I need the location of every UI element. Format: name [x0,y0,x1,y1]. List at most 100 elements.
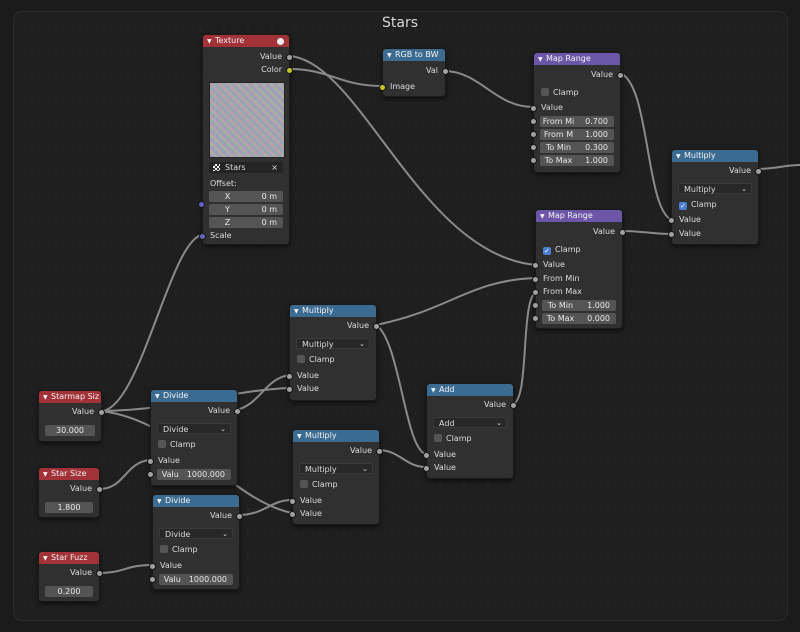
input-socket[interactable] [530,157,537,164]
offset-x-field[interactable]: X 0 m [209,191,283,202]
output-socket[interactable] [619,229,626,236]
node-rgb-to-bw[interactable]: ▼ RGB to BW Val Image [379,48,449,97]
value-field[interactable]: 1.800 [45,502,93,513]
operation-dropdown[interactable]: Divide ⌄ [159,528,233,539]
node-map-range-bottom[interactable]: ▼ Map Range Value ✓ Clamp Value From Min F… [532,209,626,329]
node-header[interactable]: ▼ Map Range [536,210,622,222]
to-max-field[interactable]: To Max 1.000 [530,155,614,166]
from-max-field[interactable]: From M 1.000 [530,129,614,140]
node-multiply-right[interactable]: ▼ Multiply Value Multiply ⌄ ✓ Clamp Value V… [668,149,762,245]
collapse-arrow-icon[interactable]: ▼ [431,385,439,396]
input-socket[interactable] [198,201,205,208]
node-header[interactable]: ▼ Texture [203,35,289,47]
collapse-arrow-icon[interactable]: ▼ [43,469,51,480]
clamp-checkbox[interactable]: Clamp [293,479,379,491]
input-socket[interactable] [532,315,539,322]
node-divide-top[interactable]: ▼ Divide Value Divide ⌄ Clamp Value Valu 10… [147,389,241,486]
offset-y-field[interactable]: Y 0 m [209,204,283,215]
input-socket[interactable] [530,105,537,112]
output-socket[interactable] [373,323,380,330]
collapse-arrow-icon[interactable]: ▼ [538,54,546,65]
input-socket[interactable] [668,217,675,224]
node-multiply-low[interactable]: ▼ Multiply Value Multiply ⌄ Clamp Value Va… [289,429,383,525]
output-socket[interactable] [96,486,103,493]
operation-dropdown[interactable]: Add ⌄ [433,417,507,428]
checkbox[interactable] [297,355,305,363]
input-socket[interactable] [423,465,430,472]
clamp-checkbox[interactable]: Clamp [290,354,376,366]
node-header[interactable]: ▼ Star Fuzz [39,552,99,564]
checkbox[interactable] [434,434,442,442]
clamp-checkbox[interactable]: Clamp [427,433,513,445]
from-min-field[interactable]: From Mi 0.700 [530,116,614,127]
input-socket[interactable] [530,118,537,125]
output-socket[interactable] [286,54,293,61]
clamp-checkbox[interactable]: ✓ Clamp [672,199,758,211]
collapse-arrow-icon[interactable]: ▼ [540,211,548,222]
input-socket[interactable] [379,84,386,91]
node-header[interactable]: ▼ Multiply [672,150,758,162]
clamp-checkbox[interactable]: Clamp [534,87,620,99]
offset-z-field[interactable]: Z 0 m [209,217,283,228]
input-socket[interactable] [199,233,206,240]
input-socket[interactable] [532,262,539,269]
node-header[interactable]: ▼ RGB to BW [383,49,445,61]
divisor-field[interactable]: Valu 1000.000 [147,469,231,480]
checkbox[interactable] [160,545,168,553]
node-starmap-size[interactable]: ▼ Starmap Siz Value 30.000 [38,390,105,442]
to-max-field[interactable]: To Max 0.000 [532,313,616,324]
collapse-arrow-icon[interactable]: ▼ [155,391,163,402]
checkbox-checked[interactable]: ✓ [679,202,687,210]
collapse-arrow-icon[interactable]: ▼ [297,431,305,442]
input-socket[interactable] [530,131,537,138]
node-header[interactable]: ▼ Map Range [534,53,620,65]
node-star-fuzz[interactable]: ▼ Star Fuzz Value 0.200 [38,551,103,602]
divisor-field[interactable]: Valu 1000.000 [149,574,233,585]
collapse-arrow-icon[interactable]: ▼ [676,151,684,162]
collapse-arrow-icon[interactable]: ▼ [294,306,302,317]
input-socket[interactable] [286,373,293,380]
node-header[interactable]: ▼ Multiply [290,305,376,317]
output-socket[interactable] [236,513,243,520]
node-star-size[interactable]: ▼ Star Size Value 1.800 [38,467,103,518]
input-socket[interactable] [286,386,293,393]
operation-dropdown[interactable]: Multiply ⌄ [299,463,373,474]
output-socket[interactable] [286,67,293,74]
node-frame-stars[interactable] [13,11,788,621]
node-header[interactable]: ▼ Divide [153,495,239,507]
value-field[interactable]: 30.000 [45,425,95,436]
input-socket[interactable] [147,471,154,478]
value-field[interactable]: 0.200 [45,586,93,597]
output-socket[interactable] [755,168,762,175]
node-header[interactable]: ▼ Divide [151,390,237,402]
to-min-field[interactable]: To Min 1.000 [532,300,616,311]
close-icon[interactable]: × [271,162,278,173]
collapse-arrow-icon[interactable]: ▼ [43,553,51,564]
operation-dropdown[interactable]: Multiply ⌄ [296,338,370,349]
input-socket[interactable] [149,576,156,583]
output-socket[interactable] [376,448,383,455]
node-divide-bottom[interactable]: ▼ Divide Value Divide ⌄ Clamp Value Valu 10… [149,494,243,590]
output-socket[interactable] [96,570,103,577]
input-socket[interactable] [149,563,156,570]
output-socket[interactable] [98,409,105,416]
node-header[interactable]: ▼ Star Size [39,468,99,480]
input-socket[interactable] [530,144,537,151]
clamp-checkbox[interactable]: ✓ Clamp [536,244,622,256]
checkbox[interactable] [158,440,166,448]
collapse-arrow-icon[interactable]: ▼ [207,36,215,47]
output-socket[interactable] [442,68,449,75]
node-header[interactable]: ▼ Starmap Siz [39,391,101,403]
node-multiply-mid[interactable]: ▼ Multiply Value Multiply ⌄ Clamp Value Va… [286,304,380,401]
input-socket[interactable] [668,231,675,238]
clamp-checkbox[interactable]: Clamp [151,439,237,451]
input-socket[interactable] [289,511,296,518]
node-texture[interactable]: ▼ Texture Value Color Stars × Offset: X0 m… [198,34,293,245]
input-socket[interactable] [532,302,539,309]
clamp-checkbox[interactable]: Clamp [153,544,239,556]
checkbox[interactable] [541,88,549,96]
to-min-field[interactable]: To Min 0.300 [530,142,614,153]
node-header[interactable]: ▼ Add [427,384,513,396]
output-socket[interactable] [510,402,517,409]
operation-dropdown[interactable]: Divide ⌄ [157,423,231,434]
